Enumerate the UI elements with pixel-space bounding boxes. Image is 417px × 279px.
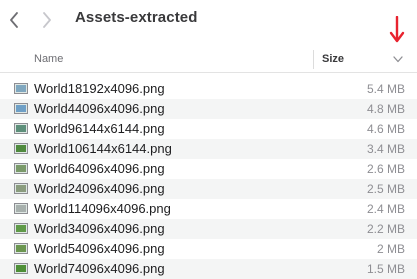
png-thumbnail-icon — [14, 183, 28, 194]
thumbnail-fill — [16, 185, 26, 192]
file-size: 1.5 MB — [366, 262, 405, 276]
toolbar: Assets-extracted — [0, 0, 417, 40]
chevron-right-icon — [43, 12, 51, 28]
forward-button[interactable] — [37, 9, 57, 31]
window-title: Assets-extracted — [75, 9, 198, 26]
file-size: 2 MB — [376, 242, 405, 256]
thumbnail-fill — [16, 145, 26, 152]
file-name: World96144x6144.png — [34, 121, 165, 136]
file-row[interactable]: World74096x4096.png 1.5 MB — [0, 259, 417, 279]
file-row[interactable]: World24096x4096.png 2.5 MB — [0, 179, 417, 199]
png-thumbnail-icon — [14, 83, 28, 94]
png-thumbnail-icon — [14, 203, 28, 214]
thumbnail-fill — [16, 85, 26, 92]
file-row[interactable]: World106144x6144.png 3.4 MB — [0, 139, 417, 159]
column-header-name[interactable]: Name — [34, 53, 63, 65]
file-row[interactable]: World96144x6144.png 4.6 MB — [0, 119, 417, 139]
column-header-size[interactable]: Size — [322, 53, 344, 65]
file-name: World18192x4096.png — [34, 81, 165, 96]
file-row[interactable]: World54096x4096.png 2 MB — [0, 239, 417, 259]
red-down-arrow-icon — [389, 16, 405, 43]
file-size: 4.8 MB — [366, 102, 405, 116]
file-row[interactable]: World64096x4096.png 2.6 MB — [0, 159, 417, 179]
png-thumbnail-icon — [14, 223, 28, 234]
file-name: World54096x4096.png — [34, 241, 165, 256]
file-name: World24096x4096.png — [34, 181, 165, 196]
back-button[interactable] — [4, 9, 24, 31]
file-size: 2.6 MB — [366, 162, 405, 176]
file-row[interactable]: World44096x4096.png 4.8 MB — [0, 99, 417, 119]
file-name: World64096x4096.png — [34, 161, 165, 176]
file-name: World34096x4096.png — [34, 221, 165, 236]
png-thumbnail-icon — [14, 243, 28, 254]
thumbnail-fill — [16, 245, 26, 252]
column-divider[interactable] — [313, 50, 314, 69]
file-size: 4.6 MB — [366, 122, 405, 136]
chevron-down-icon[interactable] — [393, 56, 403, 63]
file-row[interactable]: World34096x4096.png 2.2 MB — [0, 219, 417, 239]
file-name: World114096x4096.png — [34, 201, 171, 216]
file-name: World44096x4096.png — [34, 101, 165, 116]
thumbnail-fill — [16, 265, 26, 272]
png-thumbnail-icon — [14, 123, 28, 134]
file-name: World106144x6144.png — [34, 141, 172, 156]
thumbnail-fill — [16, 165, 26, 172]
png-thumbnail-icon — [14, 103, 28, 114]
file-row[interactable]: World18192x4096.png 5.4 MB — [0, 79, 417, 99]
file-list: World18192x4096.png 5.4 MB World44096x40… — [0, 79, 417, 279]
file-name: World74096x4096.png — [34, 261, 165, 276]
file-size: 3.4 MB — [366, 142, 405, 156]
file-size: 5.4 MB — [366, 82, 405, 96]
thumbnail-fill — [16, 205, 26, 212]
thumbnail-fill — [16, 125, 26, 132]
chevron-left-icon — [10, 12, 18, 28]
png-thumbnail-icon — [14, 263, 28, 274]
png-thumbnail-icon — [14, 143, 28, 154]
thumbnail-fill — [16, 105, 26, 112]
png-thumbnail-icon — [14, 163, 28, 174]
file-size: 2.4 MB — [366, 202, 405, 216]
file-size: 2.5 MB — [366, 182, 405, 196]
file-size: 2.2 MB — [366, 222, 405, 236]
file-row[interactable]: World114096x4096.png 2.4 MB — [0, 199, 417, 219]
column-header: Name Size — [0, 47, 417, 73]
thumbnail-fill — [16, 225, 26, 232]
